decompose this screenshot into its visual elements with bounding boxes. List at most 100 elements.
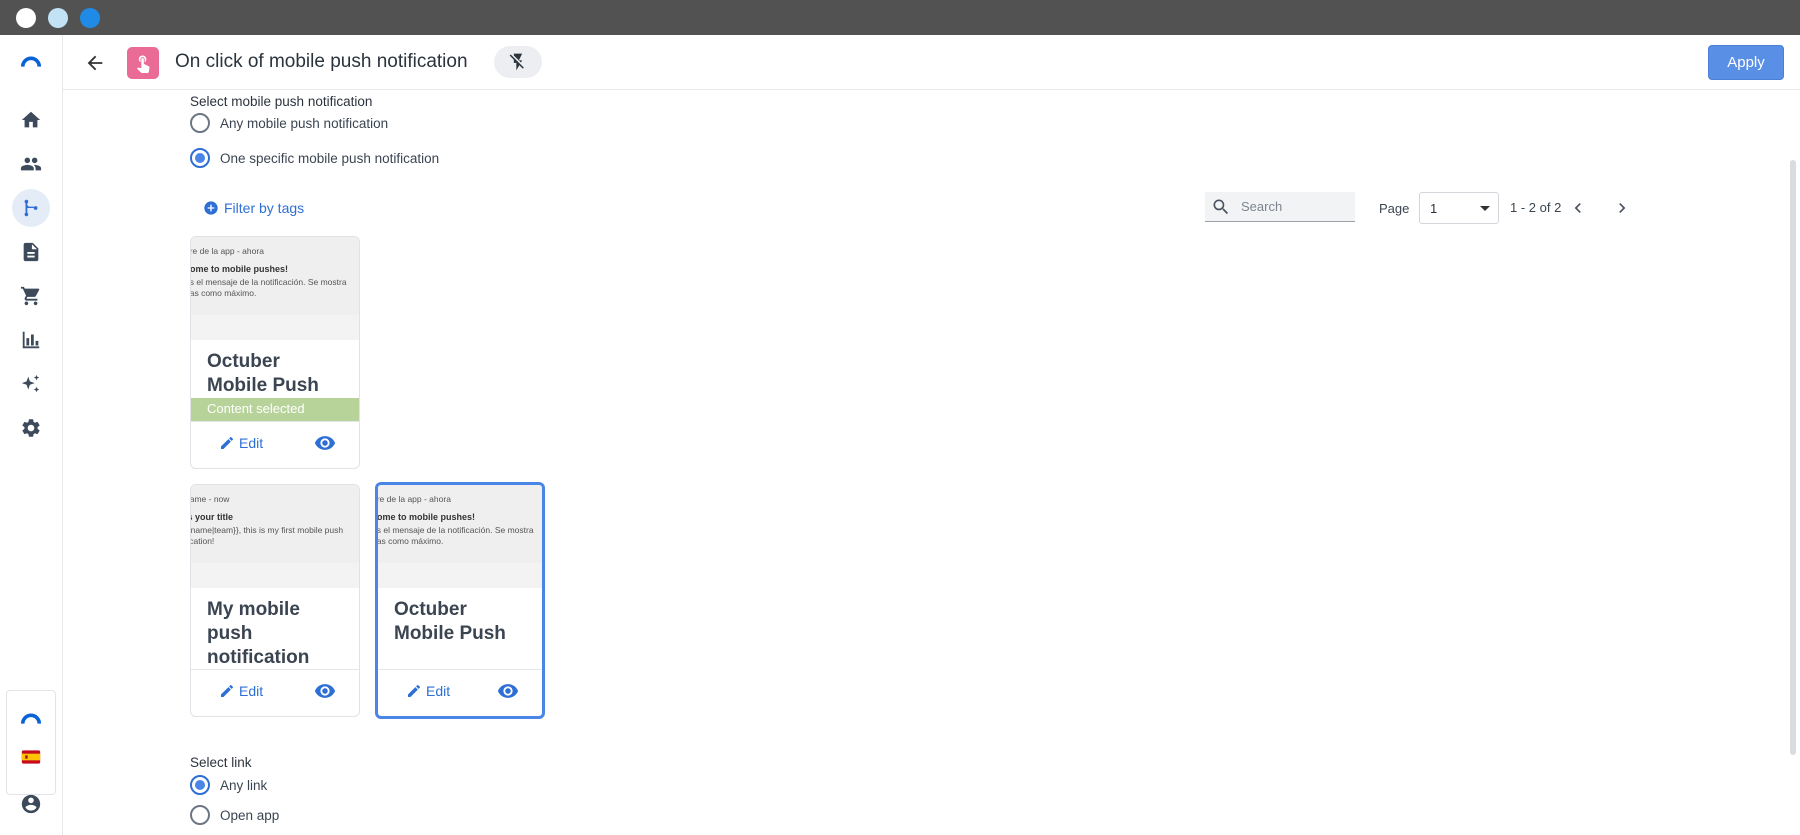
language-selector[interactable] bbox=[12, 738, 50, 776]
radio-specific-push[interactable]: One specific mobile push notification bbox=[190, 148, 439, 168]
preview-button[interactable] bbox=[313, 679, 337, 703]
page-select-value: 1 bbox=[1430, 200, 1438, 216]
pencil-icon bbox=[221, 684, 234, 697]
card-preview-band bbox=[191, 563, 359, 588]
edit-button[interactable]: Edit bbox=[406, 683, 450, 699]
next-page-button[interactable] bbox=[1610, 196, 1634, 220]
chevron-left-icon bbox=[1574, 203, 1581, 213]
filter-label: Filter by tags bbox=[224, 200, 305, 216]
radio-label: Any link bbox=[220, 777, 268, 793]
radio-open-app[interactable]: Open app bbox=[190, 805, 279, 825]
edit-button[interactable]: Edit bbox=[219, 435, 263, 451]
preview-app-line: bre de la app - ahora bbox=[378, 494, 451, 504]
sidebar-item-ai[interactable] bbox=[12, 365, 50, 403]
search-box bbox=[1205, 192, 1355, 222]
eye-icon bbox=[314, 436, 336, 450]
filter-by-tags-button[interactable]: Filter by tags bbox=[203, 200, 304, 216]
brevo-logo-icon[interactable] bbox=[12, 43, 50, 81]
sidebar-item-home[interactable] bbox=[12, 101, 50, 139]
page-label: Page bbox=[1379, 201, 1410, 216]
window-titlebar bbox=[0, 0, 1800, 35]
window-maximize-button[interactable] bbox=[80, 8, 100, 28]
automation-icon bbox=[24, 199, 38, 217]
page-select[interactable]: 1 bbox=[1419, 192, 1499, 224]
radio-button-checked[interactable] bbox=[190, 148, 210, 168]
radio-button[interactable] bbox=[190, 113, 210, 133]
push-card[interactable]: bre de la app - ahora come to mobile pus… bbox=[190, 236, 360, 469]
gear-icon bbox=[22, 419, 40, 437]
preview-title-line: is your title bbox=[191, 512, 234, 522]
window-close-button[interactable] bbox=[16, 8, 36, 28]
preview-body-line: {{name|team}}, this is my first mobile p… bbox=[191, 525, 344, 535]
account-icon bbox=[21, 794, 41, 814]
sidebar-item-automations[interactable] bbox=[12, 189, 50, 227]
page-header: On click of mobile push notification App… bbox=[63, 35, 1800, 90]
cart-icon bbox=[20, 286, 40, 306]
card-preview: bre de la app - ahora come to mobile pus… bbox=[191, 237, 359, 315]
preview-button[interactable] bbox=[496, 679, 520, 703]
trigger-badge bbox=[127, 47, 159, 79]
preview-body-line: eas como máximo. bbox=[378, 536, 444, 546]
sidebar-item-account[interactable] bbox=[12, 785, 50, 823]
sidebar-item-statistics[interactable] bbox=[12, 321, 50, 359]
page-title: On click of mobile push notification bbox=[175, 51, 468, 72]
radio-label: Any mobile push notification bbox=[220, 115, 389, 131]
add-circle-icon bbox=[204, 201, 218, 215]
prev-page-button[interactable] bbox=[1566, 196, 1590, 220]
edit-label: Edit bbox=[426, 683, 451, 699]
caret-down-icon bbox=[1480, 206, 1490, 211]
card-preview-band bbox=[378, 563, 542, 588]
sidebar-item-templates[interactable] bbox=[12, 233, 50, 271]
apply-button[interactable]: Apply bbox=[1708, 45, 1784, 80]
radio-any-push[interactable]: Any mobile push notification bbox=[190, 113, 388, 133]
eye-icon bbox=[497, 684, 519, 698]
pagination-range: 1 - 2 of 2 bbox=[1510, 200, 1562, 215]
sparkle-icon bbox=[21, 374, 40, 393]
pencil-icon bbox=[221, 436, 234, 449]
preview-button[interactable] bbox=[313, 431, 337, 455]
brand-logo-icon[interactable] bbox=[12, 700, 50, 738]
push-card[interactable]: name - now is your title {{name|team}}, … bbox=[190, 484, 360, 717]
search-input[interactable] bbox=[1241, 199, 1341, 214]
push-card-selected[interactable]: bre de la app - ahora come to mobile pus… bbox=[375, 482, 545, 719]
preview-title-line: come to mobile pushes! bbox=[378, 512, 476, 522]
card-actions: Edit bbox=[191, 421, 359, 464]
preview-body-line: fication! bbox=[191, 536, 215, 546]
pencil-icon bbox=[408, 684, 421, 697]
main-content: Select mobile push notification Any mobi… bbox=[63, 90, 1792, 835]
radio-button-checked[interactable] bbox=[190, 775, 210, 795]
contacts-icon bbox=[20, 157, 42, 171]
preview-app-line: name - now bbox=[191, 494, 230, 504]
home-icon bbox=[21, 111, 41, 128]
edit-button[interactable]: Edit bbox=[219, 683, 263, 699]
sidebar bbox=[0, 35, 63, 835]
edit-label: Edit bbox=[239, 683, 264, 699]
preview-body-line: eas como máximo. bbox=[191, 288, 257, 298]
card-name: Octuber Mobile Push bbox=[394, 599, 506, 644]
edit-label: Edit bbox=[239, 435, 264, 451]
sidebar-item-ecommerce[interactable] bbox=[12, 277, 50, 315]
card-preview: bre de la app - ahora come to mobile pus… bbox=[378, 485, 542, 563]
push-selection-label: Select mobile push notification bbox=[190, 94, 373, 109]
content-selected-badge: Content selected bbox=[191, 398, 359, 421]
preview-body-line: es el mensaje de la notificación. Se mos… bbox=[378, 525, 534, 535]
sidebar-item-contacts[interactable] bbox=[12, 145, 50, 183]
trigger-type-button[interactable] bbox=[494, 46, 542, 78]
spain-flag-icon bbox=[21, 750, 41, 764]
radio-label: One specific mobile push notification bbox=[220, 150, 440, 166]
radio-any-link[interactable]: Any link bbox=[190, 775, 267, 795]
link-selection-label: Select link bbox=[190, 755, 252, 770]
preview-app-line: bre de la app - ahora bbox=[191, 246, 264, 256]
sidebar-item-settings[interactable] bbox=[12, 409, 50, 447]
back-button[interactable] bbox=[81, 49, 109, 77]
tap-icon bbox=[136, 55, 150, 73]
document-icon bbox=[23, 242, 39, 262]
search-icon bbox=[1213, 199, 1229, 214]
card-actions: Edit bbox=[191, 669, 359, 712]
arrow-left-icon bbox=[87, 55, 103, 71]
card-preview-band bbox=[191, 315, 359, 340]
radio-button[interactable] bbox=[190, 805, 210, 825]
vertical-scrollbar[interactable] bbox=[1790, 160, 1796, 755]
window-minimize-button[interactable] bbox=[48, 8, 68, 28]
card-actions: Edit bbox=[378, 669, 542, 712]
